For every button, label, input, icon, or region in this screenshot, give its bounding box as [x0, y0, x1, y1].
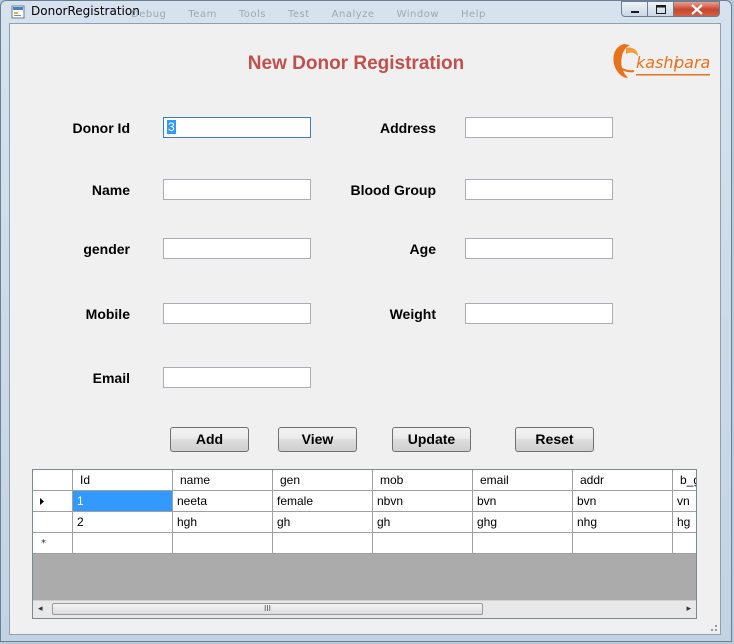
table-cell[interactable]	[673, 533, 696, 554]
ghost-menu-item: Window	[396, 9, 440, 20]
email-label: Email	[92, 370, 130, 386]
table-cell[interactable]: ghg	[473, 512, 573, 533]
table-cell[interactable]: gh	[373, 512, 473, 533]
column-header[interactable]: Id	[73, 470, 173, 491]
column-header[interactable]: mob	[373, 470, 473, 491]
app-window: DonorRegistration Debug Team Tools Test Anal…	[0, 0, 732, 642]
new-row-marker[interactable]: *	[33, 533, 73, 554]
horizontal-scrollbar[interactable]: ◂ III ▸	[33, 600, 696, 618]
mobile-input[interactable]	[163, 303, 311, 324]
grid-corner-header[interactable]	[33, 470, 73, 491]
ghost-menu-item: Analyze	[331, 9, 375, 20]
table-cell[interactable]: 2	[73, 512, 173, 533]
scroll-left-icon[interactable]: ◂	[38, 604, 43, 614]
window-title: DonorRegistration	[31, 4, 140, 18]
column-header[interactable]: email	[473, 470, 573, 491]
table-cell[interactable]	[273, 533, 373, 554]
table-cell[interactable]	[573, 533, 673, 554]
table-cell[interactable]: neeta	[173, 491, 273, 512]
table-cell[interactable]: bvn	[473, 491, 573, 512]
email-input[interactable]	[163, 367, 311, 388]
scrollbar-thumb[interactable]: III	[52, 603, 483, 615]
table-cell[interactable]	[73, 533, 173, 554]
kashipara-logo: kashi para	[613, 44, 710, 78]
minimize-icon	[631, 11, 639, 13]
table-cell[interactable]: 1	[73, 491, 173, 512]
view-button[interactable]: View	[278, 427, 357, 452]
name-input[interactable]	[163, 179, 311, 200]
column-header[interactable]: name	[173, 470, 273, 491]
reset-button[interactable]: Reset	[515, 427, 594, 452]
donor-data-grid[interactable]: Id name gen mob email addr b_g 1 neeta f…	[32, 469, 697, 619]
gender-label: gender	[83, 241, 130, 257]
table-cell[interactable]: hg	[673, 512, 696, 533]
form-client-area: New Donor Registration kashi para Donor …	[9, 23, 721, 635]
name-label: Name	[91, 182, 130, 198]
row-header[interactable]	[33, 491, 73, 512]
logo-text-left: kashi	[636, 53, 679, 72]
title-bar[interactable]: DonorRegistration Debug Team Tools Test Anal…	[1, 1, 731, 23]
page-title: New Donor Registration	[247, 53, 465, 74]
grid-header-row: Id name gen mob email addr b_g	[33, 470, 696, 491]
table-cell[interactable]: nhg	[573, 512, 673, 533]
donor-id-label: Donor Id	[72, 120, 130, 136]
column-header[interactable]: gen	[273, 470, 373, 491]
weight-input[interactable]	[465, 303, 613, 324]
table-cell[interactable]: female	[273, 491, 373, 512]
address-input[interactable]	[465, 117, 613, 138]
logo-text-right: para	[673, 53, 710, 72]
ghost-menu-item: Debug	[131, 9, 167, 20]
donor-id-value: 3	[167, 120, 176, 134]
table-cell[interactable]: bvn	[573, 491, 673, 512]
close-icon	[691, 4, 703, 15]
table-cell[interactable]	[373, 533, 473, 554]
age-label: Age	[409, 241, 436, 257]
maximize-button[interactable]	[648, 1, 674, 17]
ghost-menu-item: Tools	[238, 9, 266, 20]
add-button[interactable]: Add	[170, 427, 249, 452]
resize-grip-icon[interactable]	[706, 620, 718, 632]
blood-group-input[interactable]	[465, 179, 613, 200]
mobile-label: Mobile	[85, 306, 130, 322]
table-row[interactable]: 1 neeta female nbvn bvn bvn vn	[33, 491, 696, 512]
weight-label: Weight	[389, 306, 436, 322]
column-header[interactable]: b_g	[673, 470, 696, 491]
column-header[interactable]: addr	[573, 470, 673, 491]
address-label: Address	[379, 120, 436, 136]
age-input[interactable]	[465, 238, 613, 259]
maximize-icon	[656, 5, 666, 14]
form-icon	[11, 5, 25, 19]
ghost-menu-item: Help	[461, 9, 486, 20]
blood-group-label: Blood Group	[350, 182, 436, 198]
ghost-menu-item: Team	[188, 9, 217, 20]
table-cell[interactable]: gh	[273, 512, 373, 533]
background-menu-ghost: Debug Team Tools Test Analyze Window Help	[131, 9, 508, 20]
table-cell[interactable]	[473, 533, 573, 554]
table-row[interactable]: 2 hgh gh gh ghg nhg hg	[33, 512, 696, 533]
donor-id-input[interactable]: 3	[163, 117, 311, 138]
minimize-button[interactable]	[621, 1, 648, 17]
ghost-menu-item: Test	[287, 9, 310, 20]
table-cell[interactable]: hgh	[173, 512, 273, 533]
table-cell[interactable]: nbvn	[373, 491, 473, 512]
row-header[interactable]	[33, 512, 73, 533]
gender-input[interactable]	[163, 238, 311, 259]
new-row[interactable]: *	[33, 533, 696, 554]
close-button[interactable]	[674, 1, 720, 17]
current-row-arrow-icon	[40, 498, 44, 505]
update-button[interactable]: Update	[392, 427, 471, 452]
table-cell[interactable]: vn	[673, 491, 696, 512]
scroll-right-icon[interactable]: ▸	[686, 604, 691, 614]
table-cell[interactable]	[173, 533, 273, 554]
